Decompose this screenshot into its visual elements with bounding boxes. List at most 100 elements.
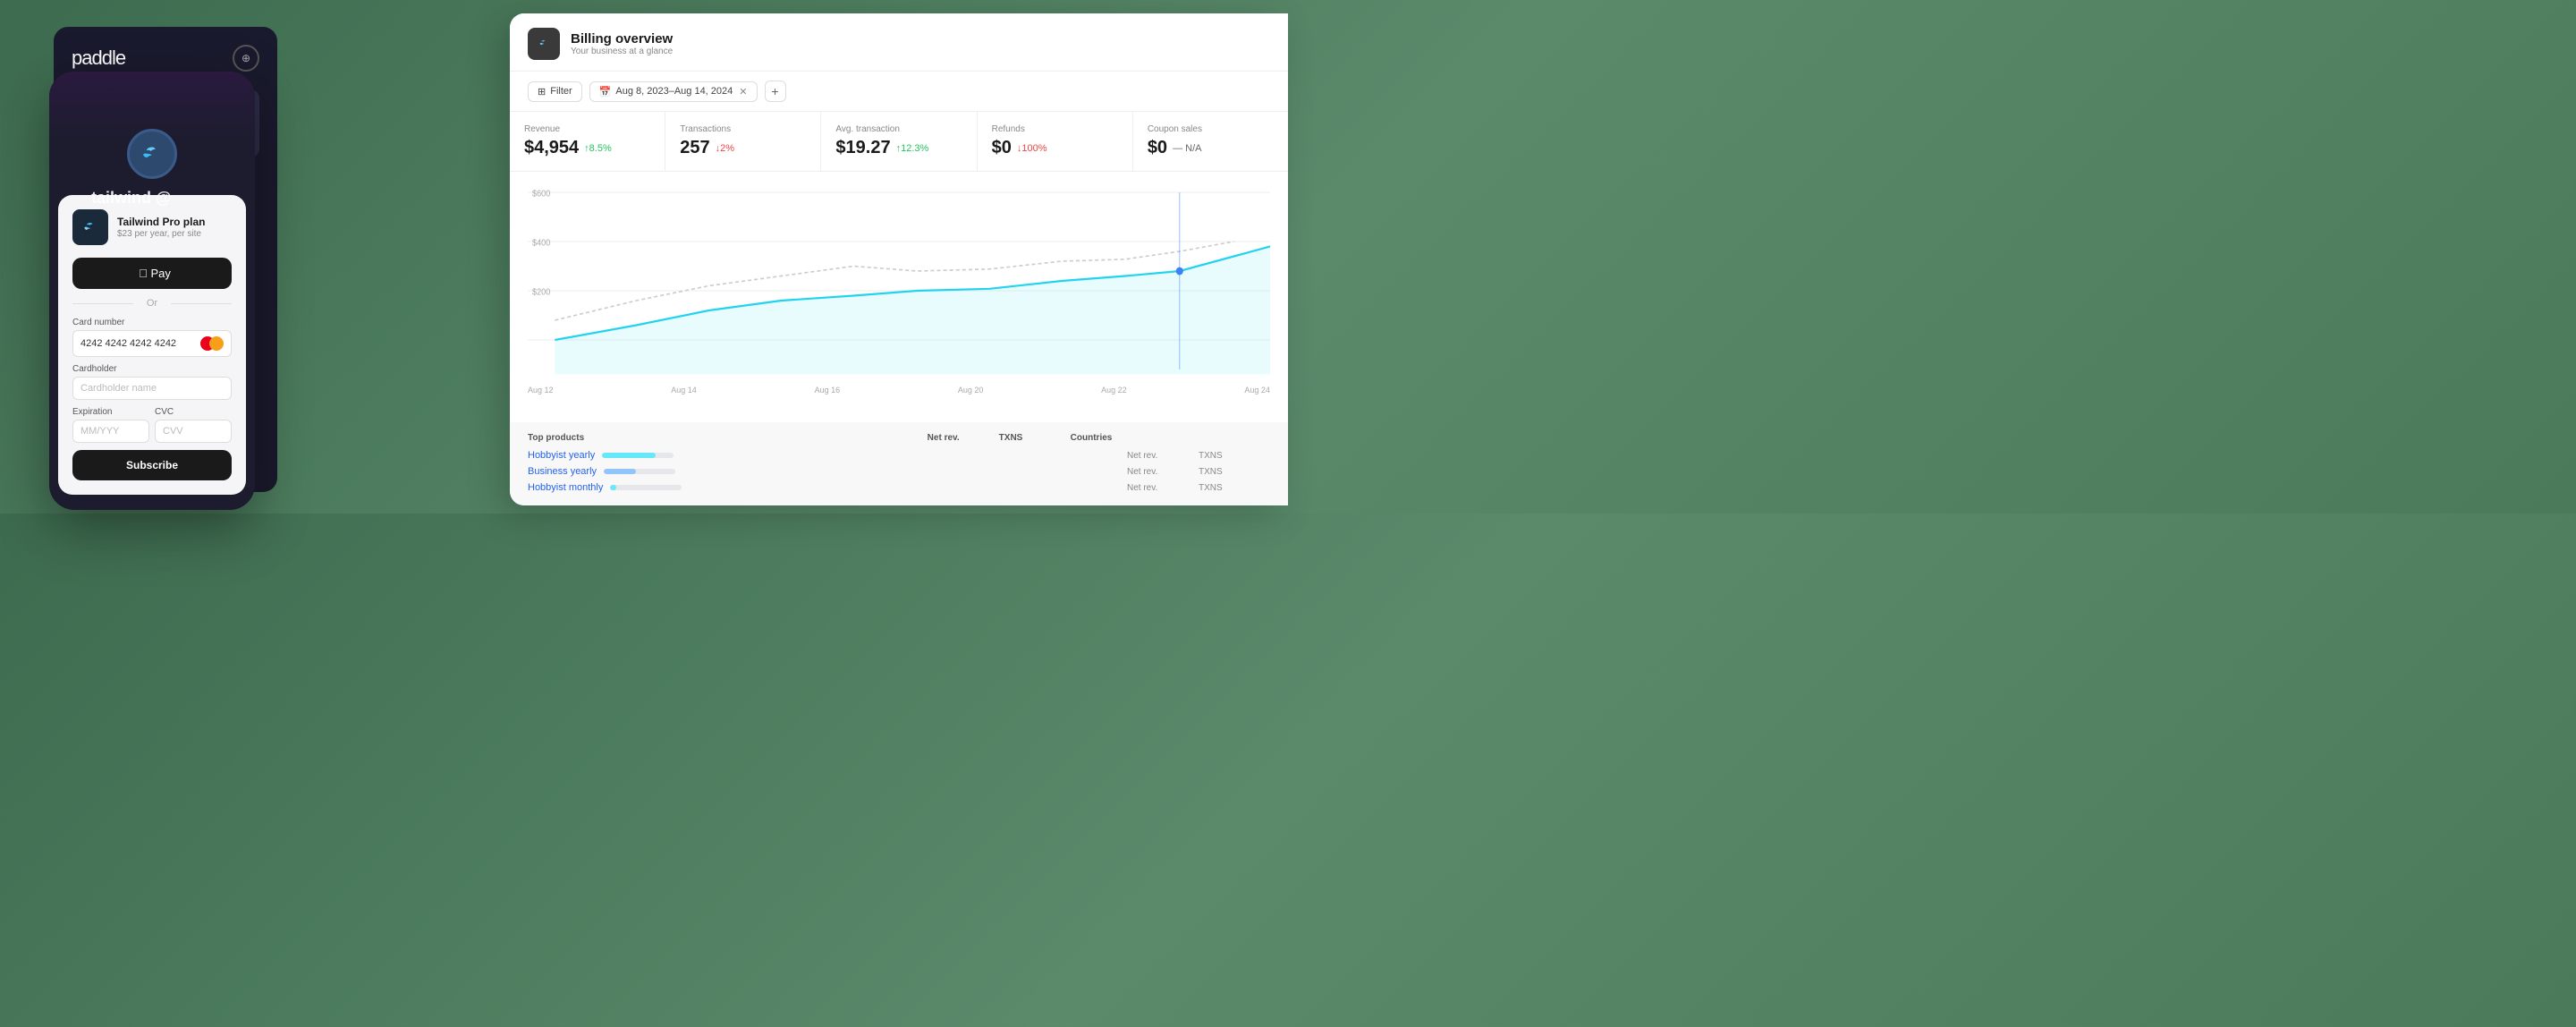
stat-avg-transaction: Avg. transaction $19.27 ↑12.3% xyxy=(821,112,977,171)
product-plan-name: Tailwind Pro plan xyxy=(117,216,205,228)
table-row: Business yearly Net rev. TXNS xyxy=(528,466,1270,477)
stat-coupon-sales: Coupon sales $0 — N/A xyxy=(1133,112,1288,171)
cardholder-input[interactable]: Cardholder name xyxy=(72,377,232,400)
revenue-change: ↑8.5% xyxy=(584,143,612,154)
stat-refunds: Refunds $0 ↓100% xyxy=(978,112,1133,171)
cvc-input[interactable]: CVV xyxy=(155,420,232,443)
table-row: Hobbyist yearly Net rev. TXNS xyxy=(528,450,1270,461)
billing-panel: Billing overview Your business at a glan… xyxy=(510,13,1288,505)
cardholder-placeholder: Cardholder name xyxy=(80,383,157,394)
mobile-checkout-card: Tailwind Pro plan $23 per year, per site… xyxy=(49,72,255,510)
bar-fill-2 xyxy=(604,469,636,474)
paddle-logo-bar: paddle ⊕ xyxy=(72,45,259,72)
card-number-value: 4242 4242 4242 4242 xyxy=(80,338,176,349)
card-number-input[interactable]: 4242 4242 4242 4242 xyxy=(72,330,232,357)
date-filter: 📅 Aug 8, 2023–Aug 14, 2024 ✕ xyxy=(589,81,758,102)
coupon-sales-change: — N/A xyxy=(1173,143,1201,154)
card-number-label: Card number xyxy=(72,318,232,327)
refunds-value-row: $0 ↓100% xyxy=(992,138,1118,158)
transactions-value-row: 257 ↓2% xyxy=(680,138,806,158)
tailwind-at-overlay: tailwind @ xyxy=(91,189,172,208)
tailwind-avatar xyxy=(127,129,177,179)
product-name-cell-1: Hobbyist yearly xyxy=(528,450,1127,461)
billing-subtitle: Your business at a glance xyxy=(571,47,673,56)
txns-1: TXNS xyxy=(1199,451,1270,461)
revenue-value-row: $4,954 ↑8.5% xyxy=(524,138,650,158)
svg-text:$200: $200 xyxy=(532,287,550,297)
txns-3: TXNS xyxy=(1199,483,1270,493)
svg-text:$400: $400 xyxy=(532,238,550,248)
product-name-text-3[interactable]: Hobbyist monthly xyxy=(528,482,603,493)
avg-transaction-change: ↑12.3% xyxy=(896,143,929,154)
refunds-label: Refunds xyxy=(992,124,1118,134)
col-top-products: Top products xyxy=(528,433,928,443)
expiration-group: Expiration MM/YYY xyxy=(72,407,149,443)
stat-revenue: Revenue $4,954 ↑8.5% xyxy=(510,112,665,171)
x-label-6: Aug 24 xyxy=(1244,386,1270,395)
cardholder-group: Cardholder Cardholder name xyxy=(72,364,232,400)
txns-2: TXNS xyxy=(1199,467,1270,477)
filter-bar: ⊞ Filter 📅 Aug 8, 2023–Aug 14, 2024 ✕ + xyxy=(510,72,1288,112)
col-countries: Countries xyxy=(1071,433,1270,443)
x-label-5: Aug 22 xyxy=(1101,386,1127,395)
expiry-cvc-row: Expiration MM/YYY CVC CVV xyxy=(72,407,232,443)
filter-icon: ⊞ xyxy=(538,86,546,98)
product-name-cell-3: Hobbyist monthly xyxy=(528,482,1127,493)
apple-pay-label:  Pay xyxy=(139,267,171,280)
product-name-text-1[interactable]: Hobbyist yearly xyxy=(528,450,595,461)
billing-app-logo xyxy=(528,28,560,60)
product-info-row: Tailwind Pro plan $23 per year, per site xyxy=(72,209,232,245)
cardholder-label: Cardholder xyxy=(72,364,232,374)
net-rev-1: Net rev. xyxy=(1127,451,1199,461)
product-icon xyxy=(72,209,108,245)
x-label-2: Aug 14 xyxy=(671,386,697,395)
mastercard-icon xyxy=(200,336,224,351)
table-header: Top products Net rev. TXNS Countries xyxy=(528,433,1270,443)
expiration-label: Expiration xyxy=(72,407,149,417)
product-name-cell-2: Business yearly xyxy=(528,466,1127,477)
chart-x-labels: Aug 12 Aug 14 Aug 16 Aug 20 Aug 22 Aug 2… xyxy=(528,386,1270,395)
coupon-sales-value: $0 xyxy=(1148,138,1167,158)
subscribe-button[interactable]: Subscribe xyxy=(72,450,232,480)
transactions-change: ↓2% xyxy=(716,143,734,154)
revenue-value: $4,954 xyxy=(524,138,579,158)
product-name-text-2[interactable]: Business yearly xyxy=(528,466,597,477)
product-details: Tailwind Pro plan $23 per year, per site xyxy=(117,216,205,239)
expiration-input[interactable]: MM/YYY xyxy=(72,420,149,443)
filter-button[interactable]: ⊞ Filter xyxy=(528,81,582,102)
col-txns: TXNS xyxy=(999,433,1071,443)
table-row: Hobbyist monthly Net rev. TXNS xyxy=(528,482,1270,493)
date-filter-close[interactable]: ✕ xyxy=(739,86,747,98)
cvc-placeholder: CVV xyxy=(163,426,183,437)
card-number-group: Card number 4242 4242 4242 4242 xyxy=(72,318,232,357)
mobile-card-top xyxy=(49,72,255,188)
x-label-4: Aug 20 xyxy=(958,386,984,395)
bar-fill-1 xyxy=(602,453,656,458)
add-filter-button[interactable]: + xyxy=(765,81,786,102)
avg-transaction-value: $19.27 xyxy=(835,138,890,158)
refunds-change: ↓100% xyxy=(1017,143,1047,154)
stat-transactions: Transactions 257 ↓2% xyxy=(665,112,821,171)
bar-fill-3 xyxy=(610,485,615,490)
avg-transaction-value-row: $19.27 ↑12.3% xyxy=(835,138,962,158)
revenue-label: Revenue xyxy=(524,124,650,134)
coupon-sales-value-row: $0 — N/A xyxy=(1148,138,1274,158)
bar-container-1 xyxy=(602,453,674,458)
coupon-sales-label: Coupon sales xyxy=(1148,124,1274,134)
paddle-logo-text: paddle xyxy=(72,47,125,70)
apple-pay-button[interactable]:  Pay xyxy=(72,258,232,289)
cvc-label: CVC xyxy=(155,407,232,417)
bar-container-3 xyxy=(610,485,682,490)
chart-area: $600 $400 $200 Aug 12 Aug 14 Aug 16 Aug … xyxy=(510,172,1288,422)
transactions-value: 257 xyxy=(680,138,709,158)
bar-container-2 xyxy=(604,469,675,474)
col-net-rev: Net rev. xyxy=(928,433,999,443)
product-plan-price: $23 per year, per site xyxy=(117,229,205,239)
stats-row: Revenue $4,954 ↑8.5% Transactions 257 ↓2… xyxy=(510,112,1288,172)
or-divider: Or xyxy=(72,298,232,309)
checkout-form-card: Tailwind Pro plan $23 per year, per site… xyxy=(58,195,246,495)
billing-title: Billing overview xyxy=(571,31,673,47)
x-label-1: Aug 12 xyxy=(528,386,554,395)
transactions-label: Transactions xyxy=(680,124,806,134)
billing-title-group: Billing overview Your business at a glan… xyxy=(571,31,673,56)
